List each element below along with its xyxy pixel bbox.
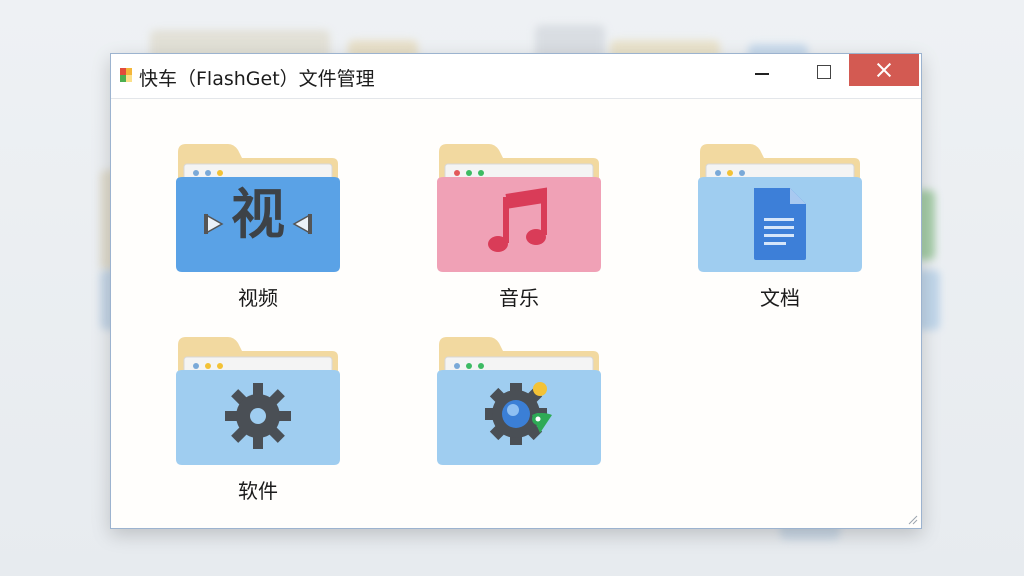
settings-gear-globe-icon [485,382,552,445]
resize-grip-icon[interactable] [906,513,918,525]
folder-settings[interactable] [434,325,604,515]
minimize-button[interactable] [739,54,785,86]
window-title: 快车（FlashGet）文件管理 [139,68,375,90]
file-manager-window: 快车（FlashGet）文件管理 视 视频 音乐 文档 软件 [110,53,922,529]
flashget-logo-icon [120,68,132,82]
folder-label-documents: 文档 [760,286,800,310]
document-icon [754,188,806,260]
folder-documents[interactable]: 文档 [695,132,865,322]
folder-software[interactable]: 软件 [173,325,343,515]
close-button[interactable] [849,54,919,86]
music-note-icon [488,187,547,252]
gear-icon [225,383,291,449]
folder-label-software: 软件 [238,479,278,503]
folder-label-video: 视频 [238,286,278,310]
video-icon: 视 [231,183,285,246]
folder-music[interactable]: 音乐 [434,132,604,322]
maximize-button[interactable] [801,54,847,86]
folder-grid: 视 视频 音乐 文档 软件 [111,99,921,528]
folder-video[interactable]: 视 视频 [173,132,343,322]
folder-label-music: 音乐 [499,286,539,310]
title-bar[interactable]: 快车（FlashGet）文件管理 [111,54,921,99]
